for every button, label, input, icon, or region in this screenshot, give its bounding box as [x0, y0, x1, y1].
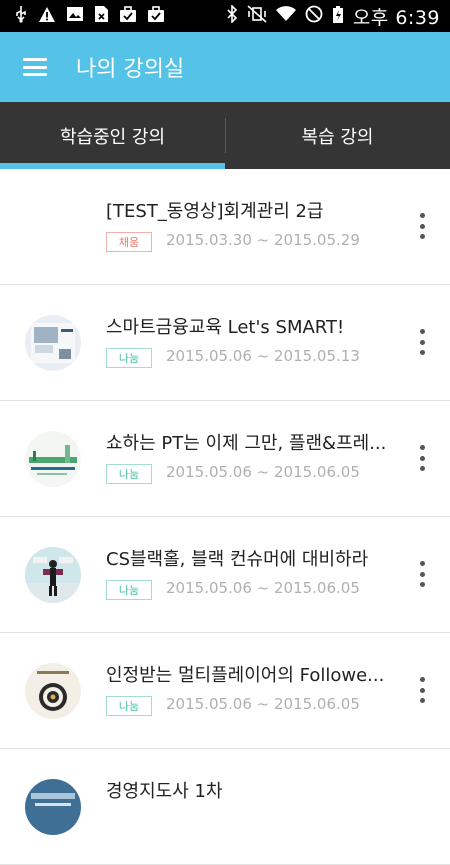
course-title: [TEST_동영상]회계관리 2급: [106, 201, 324, 222]
list-item[interactable]: [TEST_동영상]회계관리 2급 채움 2015.03.30 ~ 2015.0…: [0, 169, 450, 285]
vibrate-mute-icon: [247, 5, 267, 27]
usb-icon: [14, 5, 28, 27]
course-list: [TEST_동영상]회계관리 2급 채움 2015.03.30 ~ 2015.0…: [0, 169, 450, 865]
briefcase-icon: [119, 5, 137, 27]
more-options-icon[interactable]: [412, 327, 432, 357]
status-badge: 나눔: [106, 580, 152, 600]
system-icons: 오후 6:39: [227, 3, 450, 30]
bluetooth-icon: [227, 4, 238, 27]
course-dates: 2015.03.30 ~ 2015.05.29: [166, 231, 360, 249]
tab-current-courses[interactable]: 학습중인 강의: [0, 102, 225, 169]
course-dates: 2015.05.06 ~ 2015.06.05: [166, 579, 360, 597]
tab-label: 복습 강의: [301, 126, 374, 148]
course-dates: 2015.05.06 ~ 2015.05.13: [166, 347, 360, 365]
course-title: 경영지도사 1차: [106, 781, 223, 802]
status-badge: 나눔: [106, 696, 152, 716]
followership-thumbnail: [25, 663, 81, 719]
notification-icons: [0, 5, 165, 27]
tab-review-courses[interactable]: 복습 강의: [225, 102, 450, 169]
more-options-icon[interactable]: [412, 443, 432, 473]
more-options-icon[interactable]: [412, 559, 432, 589]
briefcase-check-icon: [147, 5, 165, 27]
app-bar: 나의 강의실: [0, 32, 450, 102]
course-title: 쇼하는 PT는 이제 그만, 플랜&프레...: [106, 433, 387, 454]
sim-icon: [94, 5, 109, 27]
course-title: 인정받는 멀티플레이어의 Followe...: [106, 665, 385, 686]
list-item[interactable]: 스마트금융교육 Let's SMART! 나눔 2015.05.06 ~ 201…: [0, 285, 450, 401]
more-options-icon[interactable]: [412, 211, 432, 241]
status-bar: 오후 6:39: [0, 0, 450, 32]
status-badge: 나눔: [106, 348, 152, 368]
list-item[interactable]: 쇼하는 PT는 이제 그만, 플랜&프레... 나눔 2015.05.06 ~ …: [0, 401, 450, 517]
wifi-icon: [275, 6, 296, 26]
page-title: 나의 강의실: [76, 57, 185, 82]
course-title: 스마트금융교육 Let's SMART!: [106, 317, 345, 338]
warning-icon: [38, 6, 56, 27]
presentation-thumbnail: [25, 431, 81, 487]
cs-blackhole-thumbnail: [25, 547, 81, 603]
list-item[interactable]: 인정받는 멀티플레이어의 Followe... 나눔 2015.05.06 ~ …: [0, 633, 450, 749]
tab-bar: 학습중인 강의 복습 강의: [0, 102, 450, 169]
status-time: 오후 6:39: [352, 6, 440, 29]
menu-button[interactable]: [0, 32, 70, 102]
battery-charging-icon: [332, 5, 344, 28]
list-item[interactable]: CS블랙홀, 블랙 컨슈머에 대비하라 나눔 2015.05.06 ~ 2015…: [0, 517, 450, 633]
course-dates: 2015.05.06 ~ 2015.06.05: [166, 463, 360, 481]
block-icon: [305, 5, 323, 27]
more-options-icon[interactable]: [412, 675, 432, 705]
list-item[interactable]: 경영지도사 1차: [0, 749, 450, 865]
tab-label: 학습중인 강의: [59, 126, 166, 148]
smart-finance-thumbnail: [25, 315, 81, 371]
course-title: CS블랙홀, 블랙 컨슈머에 대비하라: [106, 549, 369, 570]
status-badge: 나눔: [106, 464, 152, 484]
gallery-icon: [66, 6, 84, 26]
course-dates: 2015.05.06 ~ 2015.06.05: [166, 695, 360, 713]
status-badge: 채움: [106, 232, 152, 252]
consultant-thumbnail: [25, 779, 81, 835]
hamburger-icon: [23, 58, 47, 76]
